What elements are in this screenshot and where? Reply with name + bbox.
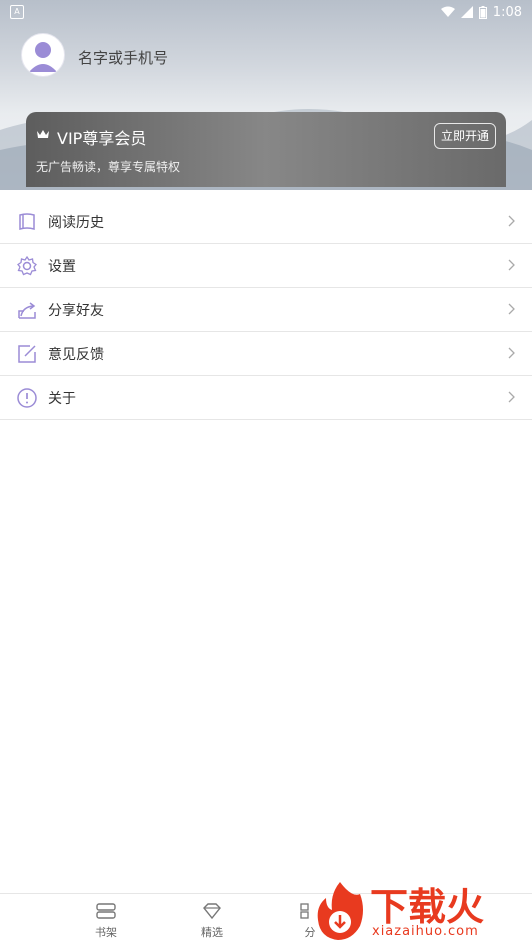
signal-icon bbox=[460, 6, 473, 18]
edit-icon bbox=[18, 344, 36, 363]
nav-item-bookshelf[interactable]: 书架 bbox=[76, 902, 136, 940]
menu-item-label: 意见反馈 bbox=[48, 346, 104, 363]
bookshelf-icon bbox=[96, 903, 116, 919]
chevron-right-icon bbox=[508, 259, 515, 271]
chevron-right-icon bbox=[508, 215, 515, 227]
crown-icon bbox=[37, 130, 49, 138]
menu-item-label: 设置 bbox=[48, 258, 76, 275]
menu-item-settings[interactable]: 设置 bbox=[0, 244, 532, 288]
gear-icon bbox=[17, 255, 37, 275]
menu-item-label: 关于 bbox=[48, 390, 76, 407]
nav-item-label: 书架 bbox=[95, 926, 117, 939]
watermark-logo: 下载火 xiazaihuo.com bbox=[312, 876, 532, 946]
flame-logo-icon bbox=[317, 882, 363, 940]
chevron-right-icon bbox=[508, 391, 515, 403]
vip-card[interactable]: VIP尊享会员 无广告畅读，尊享专属特权 立即开通 bbox=[26, 112, 506, 187]
vip-description: 无广告畅读，尊享专属特权 bbox=[36, 160, 181, 174]
app-notification-icon: A bbox=[10, 5, 24, 19]
menu-item-label: 分享好友 bbox=[48, 302, 104, 319]
status-bar: A 1:08 bbox=[0, 0, 532, 24]
status-time: 1:08 bbox=[492, 4, 522, 20]
avatar[interactable] bbox=[21, 33, 65, 77]
menu-item-share[interactable]: 分享好友 bbox=[0, 288, 532, 332]
user-name[interactable]: 名字或手机号 bbox=[78, 47, 168, 68]
watermark-text: 下载火 bbox=[370, 885, 485, 929]
chevron-right-icon bbox=[508, 347, 515, 359]
menu-item-feedback[interactable]: 意见反馈 bbox=[0, 332, 532, 376]
watermark-subtext: xiazaihuo.com bbox=[372, 924, 479, 939]
menu-item-label: 阅读历史 bbox=[48, 214, 104, 231]
share-icon bbox=[18, 301, 36, 319]
menu-item-about[interactable]: 关于 bbox=[0, 376, 532, 420]
book-icon bbox=[19, 212, 35, 230]
chevron-right-icon bbox=[508, 303, 515, 315]
info-icon bbox=[17, 387, 37, 408]
battery-icon bbox=[478, 5, 487, 19]
profile-header: 名字或手机号 VIP尊享会员 无广告畅读，尊享专属特权 立即开通 bbox=[0, 0, 532, 190]
wifi-icon bbox=[440, 6, 455, 17]
diamond-icon bbox=[203, 903, 221, 920]
nav-item-label: 精选 bbox=[201, 926, 223, 939]
vip-title: VIP尊享会员 bbox=[57, 129, 147, 148]
vip-open-button[interactable]: 立即开通 bbox=[433, 123, 496, 149]
settings-menu: 阅读历史 设置 分享好友 意见反馈 关于 bbox=[0, 200, 532, 420]
menu-item-reading-history[interactable]: 阅读历史 bbox=[0, 200, 532, 244]
nav-item-featured[interactable]: 精选 bbox=[182, 902, 242, 940]
